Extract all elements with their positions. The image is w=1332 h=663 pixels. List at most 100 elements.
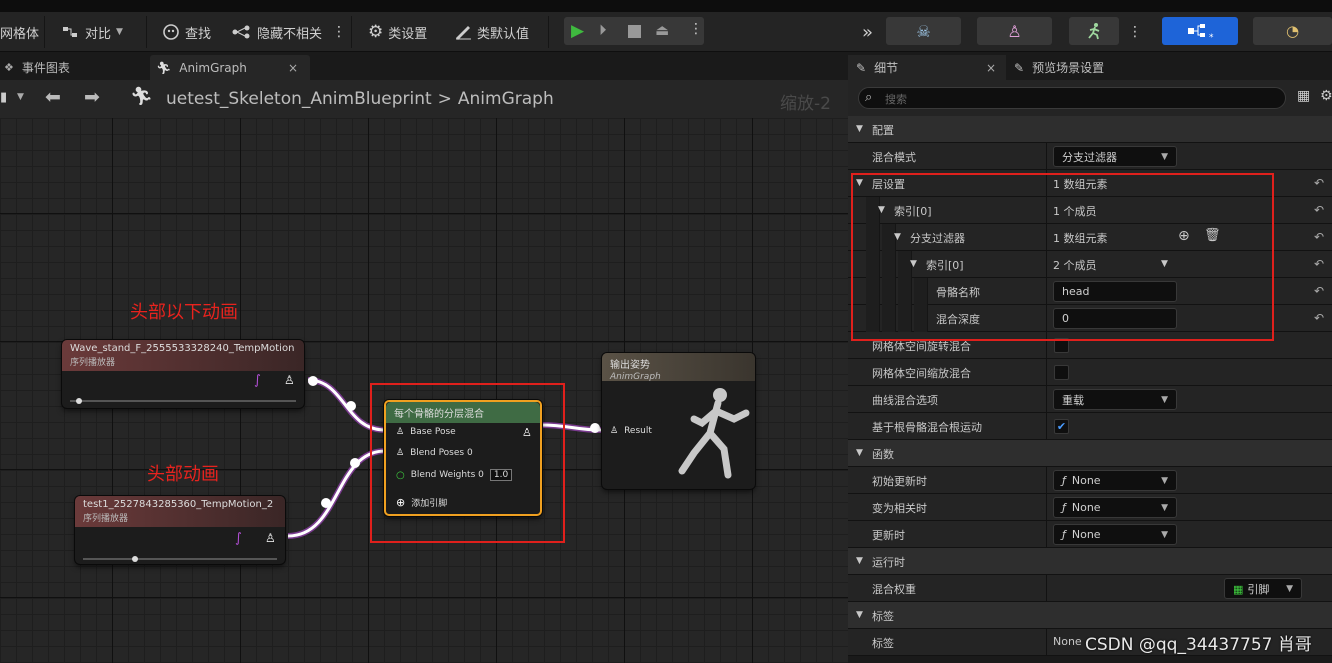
bookmark-icon[interactable]: ▮ <box>0 90 7 105</box>
diff-button[interactable]: 对比 ▼ <box>62 19 123 45</box>
animation-mode-button[interactable] <box>1069 17 1119 45</box>
expand-arrow-icon[interactable]: ▼ <box>856 556 863 566</box>
search-icon: ⌕ <box>865 90 873 105</box>
animation-icon <box>1088 23 1100 40</box>
reset-to-default-icon[interactable]: ↶ <box>1314 311 1324 325</box>
play-icon[interactable]: ▶ <box>571 21 584 41</box>
mesh-editor-button[interactable]: ♙ <box>977 17 1052 45</box>
tab-anim-graph-label: AnimGraph <box>179 60 247 75</box>
sequence-player-node-test1[interactable]: test1_2527843285360_TempMotion_2 序列播放器 ∫… <box>75 496 285 564</box>
function-icon: ƒ <box>1062 501 1066 514</box>
expand-arrow-icon[interactable]: ▼ <box>856 124 863 134</box>
expand-arrow-icon[interactable]: ▼ <box>856 448 863 458</box>
property-dropdown[interactable]: 重载 ▼ <box>1053 389 1177 410</box>
anim-graph-canvas[interactable]: 头部以下动画 头部动画 Wave_stand_F_2555533328240_T… <box>0 118 848 663</box>
playback-slider[interactable] <box>83 558 277 560</box>
node-title: Wave_stand_F_2555533328240_TempMotion <box>70 343 295 354</box>
mesh-mode-button[interactable]: 网格体 <box>0 19 39 45</box>
property-category[interactable]: ▼ 运行时 <box>848 548 1332 575</box>
physics-mode-button[interactable]: ◔ <box>1253 17 1332 45</box>
more-options-icon[interactable]: ⋮ <box>332 19 346 45</box>
eject-icon[interactable]: ⏏ <box>655 21 669 39</box>
skeleton-mode-button[interactable]: ☠ <box>886 17 961 45</box>
wire-knot[interactable] <box>321 498 331 508</box>
pin-binding-dropdown[interactable]: ▦ 引脚 ▼ <box>1224 578 1302 599</box>
tab-preview-scene[interactable]: ✎ 预览场景设置 <box>1014 55 1104 80</box>
output-pose-node[interactable]: 输出姿势 AnimGraph ♙ Result <box>602 353 755 489</box>
expand-toolbar-icon[interactable]: » <box>862 19 873 45</box>
wire-knot[interactable] <box>308 376 318 386</box>
property-label: 混合权重 <box>872 583 916 596</box>
tab-event-graph[interactable]: ❖ 事件图表 <box>0 55 145 80</box>
blueprint-mode-button[interactable]: * <box>1162 17 1238 45</box>
property-label: 运行时 <box>872 556 905 569</box>
close-icon[interactable]: × <box>986 61 996 75</box>
table-view-icon[interactable]: ▦ <box>1297 88 1310 104</box>
function-binding-dropdown[interactable]: ƒ None ▼ <box>1053 470 1177 491</box>
wire-knot[interactable] <box>350 458 360 468</box>
pose-output-pin-icon[interactable]: ♙ <box>284 373 295 387</box>
expand-arrow-icon[interactable]: ▼ <box>856 610 863 620</box>
search-input[interactable]: ⌕ 搜索 <box>858 87 1286 109</box>
dropdown-value: 重载 <box>1062 393 1084 407</box>
reset-to-default-icon[interactable]: ↶ <box>1314 230 1324 244</box>
property-row: 初始更新时 ƒ None ▼ <box>848 467 1332 494</box>
property-checkbox[interactable]: ✔ <box>1054 419 1069 434</box>
property-dropdown[interactable]: 分支过滤器 ▼ <box>1053 146 1177 167</box>
function-binding-dropdown[interactable]: ƒ None ▼ <box>1053 524 1177 545</box>
node-header: test1_2527843285360_TempMotion_2 序列播放器 <box>75 496 285 527</box>
chevron-down-icon: ▼ <box>116 27 123 37</box>
graph-tab-icon: ❖ <box>4 61 14 74</box>
stop-icon[interactable] <box>628 25 641 38</box>
reset-to-default-icon[interactable]: ↶ <box>1314 257 1324 271</box>
chevron-down-icon[interactable]: ▼ <box>17 92 24 102</box>
dropdown-value: None <box>1071 528 1101 541</box>
breadcrumb-graph[interactable]: AnimGraph <box>458 89 554 109</box>
breadcrumb-blueprint[interactable]: uetest_Skeleton_AnimBlueprint <box>166 89 432 109</box>
playback-slider-handle[interactable] <box>76 398 82 404</box>
more-options-icon[interactable]: ⋮ <box>689 21 703 37</box>
playback-slider-handle[interactable] <box>132 556 138 562</box>
reset-to-default-icon[interactable]: ↶ <box>1314 203 1324 217</box>
toolbar-separator <box>351 16 352 48</box>
highlight-box-layer-setup <box>851 173 1274 341</box>
reset-to-default-icon[interactable]: ↶ <box>1314 176 1324 190</box>
more-options-icon[interactable]: ⋮ <box>1128 19 1142 45</box>
class-defaults-button[interactable]: 类默认值 <box>454 19 529 45</box>
forward-arrow-icon[interactable]: ➡ <box>84 86 100 108</box>
chevron-down-icon: ▼ <box>1161 394 1168 405</box>
node-title: 输出姿势 <box>610 360 650 371</box>
property-category[interactable]: ▼ 标签 <box>848 602 1332 629</box>
pose-output-pin-icon[interactable]: ♙ <box>265 531 276 545</box>
wire-knot[interactable] <box>590 423 600 433</box>
tab-anim-graph[interactable]: 🏃︎ AnimGraph × <box>150 55 310 80</box>
close-icon[interactable]: × <box>288 61 298 75</box>
column-divider <box>1046 521 1047 548</box>
dropdown-value: 引脚 <box>1247 582 1270 596</box>
reset-to-default-icon[interactable]: ↶ <box>1314 284 1324 298</box>
result-pin[interactable]: ♙ Result <box>610 426 652 436</box>
find-button[interactable]: 查找 <box>162 19 211 45</box>
gear-icon[interactable]: ⚙ <box>1320 88 1332 104</box>
playback-slider[interactable] <box>70 400 296 402</box>
function-icon: ƒ <box>1062 528 1066 541</box>
property-label: 变为相关时 <box>872 502 927 515</box>
dropdown-value: None <box>1071 474 1101 487</box>
back-arrow-icon[interactable]: ⬅ <box>45 86 61 108</box>
class-settings-button[interactable]: ⚙ 类设置 <box>368 19 427 45</box>
property-checkbox[interactable] <box>1054 365 1069 380</box>
property-category[interactable]: ▼ 配置 <box>848 116 1332 143</box>
property-label: 标签 <box>872 610 894 623</box>
tab-details[interactable]: ✎ 细节 × <box>848 55 1006 80</box>
sequence-player-node-wave[interactable]: Wave_stand_F_2555533328240_TempMotion 序列… <box>62 340 304 408</box>
step-icon[interactable]: ⏵ <box>599 21 607 39</box>
function-binding-dropdown[interactable]: ƒ None ▼ <box>1053 497 1177 518</box>
hide-unrelated-button[interactable]: 隐藏不相关 <box>232 19 322 45</box>
column-divider <box>1046 413 1047 440</box>
property-category[interactable]: ▼ 函数 <box>848 440 1332 467</box>
wire-knot[interactable] <box>346 401 356 411</box>
curve-icon: ∫ <box>235 531 242 546</box>
column-divider <box>1046 575 1047 602</box>
chevron-down-icon: ▼ <box>1161 475 1168 486</box>
property-row: 混合模式 分支过滤器 ▼ <box>848 143 1332 170</box>
